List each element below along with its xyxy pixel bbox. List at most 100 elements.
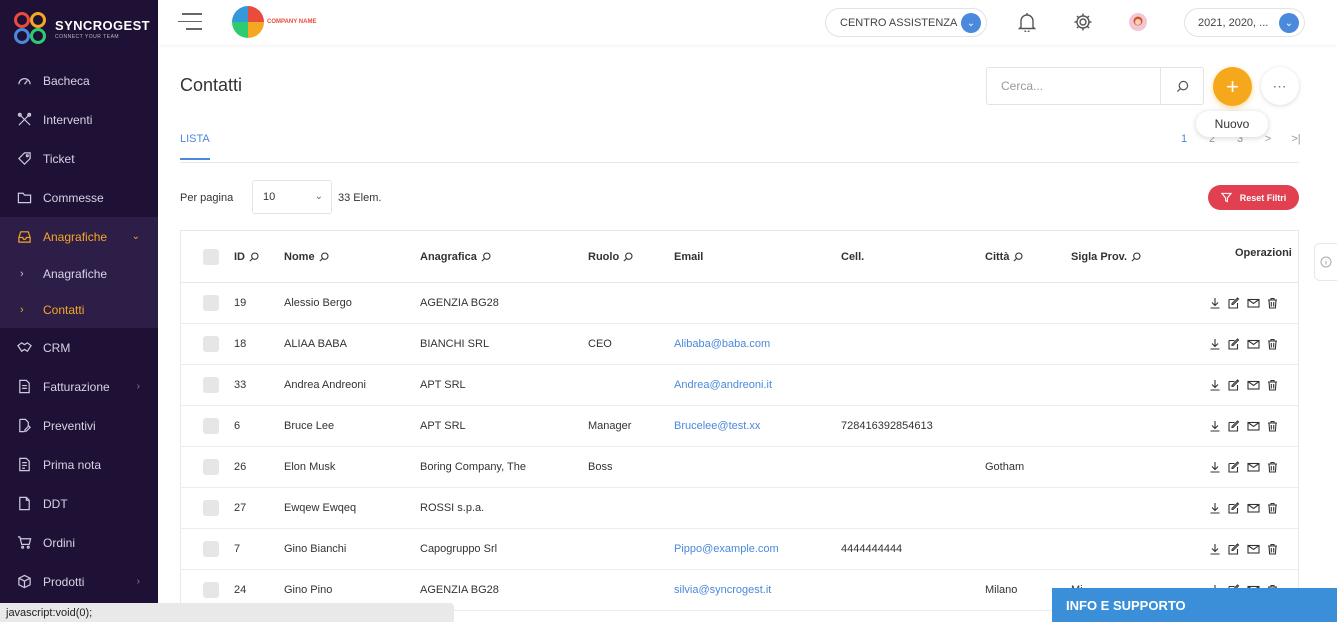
download-icon[interactable] xyxy=(1208,419,1222,433)
trash-icon[interactable] xyxy=(1265,501,1279,515)
row-checkbox[interactable] xyxy=(203,418,219,434)
cell-email[interactable]: Andrea@andreoni.it xyxy=(674,365,772,405)
download-icon[interactable] xyxy=(1208,542,1222,556)
sidebar-item-ordini[interactable]: Ordini xyxy=(0,523,158,562)
trash-icon[interactable] xyxy=(1265,296,1279,310)
trash-icon[interactable] xyxy=(1265,337,1279,351)
cell-email[interactable]: Alibaba@baba.com xyxy=(674,324,770,364)
tab-lista[interactable]: LISTA xyxy=(180,133,210,160)
select-all-checkbox[interactable] xyxy=(203,248,219,265)
table-row[interactable]: 18 ALIAA BABA BIANCHI SRL CEO Alibaba@baba.c… xyxy=(181,324,1298,365)
search-icon[interactable] xyxy=(481,251,491,262)
menu-toggle-icon[interactable] xyxy=(178,13,202,31)
table-row[interactable]: 19 Alessio Bergo AGENZIA BG28 xyxy=(181,283,1298,324)
download-icon[interactable] xyxy=(1208,460,1222,474)
mail-icon[interactable] xyxy=(1246,501,1260,515)
edit-icon[interactable] xyxy=(1227,501,1241,515)
page-1-link[interactable]: 1 xyxy=(1170,133,1198,145)
mail-icon[interactable] xyxy=(1246,378,1260,392)
cell-email[interactable]: Brucelee@test.xx xyxy=(674,406,760,446)
edit-icon[interactable] xyxy=(1227,378,1241,392)
info-support-button[interactable]: INFO E SUPPORTO xyxy=(1052,588,1337,622)
more-options-button[interactable]: ⋯ xyxy=(1261,67,1299,105)
sidebar-item-interventi[interactable]: Interventi xyxy=(0,100,158,139)
sidebar-item-fatturazione[interactable]: Fatturazione › xyxy=(0,367,158,406)
table-row[interactable]: 33 Andrea Andreoni APT SRL Andrea@andreoni.… xyxy=(181,365,1298,406)
search-icon[interactable] xyxy=(1131,251,1141,262)
trash-icon[interactable] xyxy=(1265,542,1279,556)
sidebar-item-crm[interactable]: CRM xyxy=(0,328,158,367)
column-header-ruolo[interactable]: Ruolo xyxy=(588,231,633,282)
row-checkbox[interactable] xyxy=(203,541,219,557)
cell-email[interactable]: silvia@syncrogest.it xyxy=(674,570,771,610)
brand-logo[interactable]: SYNCROGEST CONNECT YOUR TEAM xyxy=(0,0,158,58)
edit-icon[interactable] xyxy=(1227,337,1241,351)
per-page-select[interactable]: 10 ⌄ xyxy=(252,180,332,214)
sidebar-item-bacheca[interactable]: Bacheca xyxy=(0,61,158,100)
table-row[interactable]: 6 Bruce Lee APT SRL Manager Brucelee@test.xx… xyxy=(181,406,1298,447)
row-checkbox[interactable] xyxy=(203,459,219,475)
sidebar-subitem-anagrafiche[interactable]: › Anagrafiche xyxy=(0,256,158,292)
row-checkbox[interactable] xyxy=(203,377,219,393)
sidebar-item-ticket[interactable]: Ticket xyxy=(0,139,158,178)
table-row[interactable]: 26 Elon Musk Boring Company, The Boss Gotham xyxy=(181,447,1298,488)
mail-icon[interactable] xyxy=(1246,296,1260,310)
trash-icon[interactable] xyxy=(1265,460,1279,474)
edit-icon[interactable] xyxy=(1227,460,1241,474)
sidebar-item-ddt[interactable]: DDT xyxy=(0,484,158,523)
row-checkbox[interactable] xyxy=(203,336,219,352)
column-header-id[interactable]: ID xyxy=(234,231,259,282)
search-input[interactable] xyxy=(987,68,1161,104)
edit-icon[interactable] xyxy=(1227,419,1241,433)
bell-icon[interactable] xyxy=(1015,10,1039,34)
row-checkbox[interactable] xyxy=(203,500,219,516)
sidebar-item-prima-nota[interactable]: Prima nota xyxy=(0,445,158,484)
row-operations xyxy=(1208,365,1279,405)
mail-icon[interactable] xyxy=(1246,460,1260,474)
table-row[interactable]: 7 Gino Bianchi Capogruppo Srl Pippo@example… xyxy=(181,529,1298,570)
row-checkbox-cell xyxy=(203,324,219,364)
sidebar-item-prodotti[interactable]: Prodotti › xyxy=(0,562,158,601)
support-center-dropdown[interactable]: CENTRO ASSISTENZA ⌄ xyxy=(825,8,987,37)
mail-icon[interactable] xyxy=(1246,419,1260,433)
row-checkbox[interactable] xyxy=(203,582,219,598)
mail-icon[interactable] xyxy=(1246,337,1260,351)
avatar[interactable] xyxy=(1126,10,1150,34)
column-header-cell: Cell. xyxy=(841,250,865,263)
sidebar-subitem-contatti[interactable]: › Contatti xyxy=(0,292,158,328)
search-icon[interactable] xyxy=(1013,251,1023,262)
column-header-sigla-prov[interactable]: Sigla Prov. xyxy=(1071,231,1141,282)
last-page-link[interactable]: >| xyxy=(1282,133,1310,145)
fiscal-years-dropdown[interactable]: 2021, 2020, ... ⌄ xyxy=(1184,8,1305,37)
download-icon[interactable] xyxy=(1208,501,1222,515)
mail-icon[interactable] xyxy=(1246,542,1260,556)
search-icon[interactable] xyxy=(249,251,259,262)
sidebar-item-anagrafiche[interactable]: Anagrafiche ⌄ xyxy=(0,217,158,256)
download-icon[interactable] xyxy=(1208,378,1222,392)
cell-cellulare: 4444444444 xyxy=(841,543,903,555)
download-icon[interactable] xyxy=(1208,296,1222,310)
side-info-tab[interactable] xyxy=(1314,243,1337,281)
column-header-anagrafica[interactable]: Anagrafica xyxy=(420,231,491,282)
search-icon[interactable] xyxy=(319,251,329,262)
row-checkbox[interactable] xyxy=(203,295,219,311)
sidebar-item-commesse[interactable]: Commesse xyxy=(0,178,158,217)
trash-icon[interactable] xyxy=(1265,419,1279,433)
edit-icon[interactable] xyxy=(1227,296,1241,310)
column-header-nome[interactable]: Nome xyxy=(284,231,329,282)
cell-id: 19 xyxy=(234,297,247,309)
search-button[interactable] xyxy=(1160,68,1203,104)
column-header-email: Email xyxy=(674,250,704,263)
reset-filters-button[interactable]: Reset Filtri xyxy=(1208,185,1299,210)
column-header-operazioni: Operazioni xyxy=(1235,246,1292,259)
trash-icon[interactable] xyxy=(1265,378,1279,392)
cell-email[interactable]: Pippo@example.com xyxy=(674,529,779,569)
download-icon[interactable] xyxy=(1208,337,1222,351)
gear-icon[interactable] xyxy=(1071,10,1095,34)
table-row[interactable]: 27 Ewqew Ewqeq ROSSI s.p.a. xyxy=(181,488,1298,529)
search-icon[interactable] xyxy=(623,251,633,262)
column-header-citta[interactable]: Città xyxy=(985,231,1023,282)
sidebar-item-preventivi[interactable]: Preventivi xyxy=(0,406,158,445)
add-new-button[interactable]: + xyxy=(1213,67,1252,106)
edit-icon[interactable] xyxy=(1227,542,1241,556)
